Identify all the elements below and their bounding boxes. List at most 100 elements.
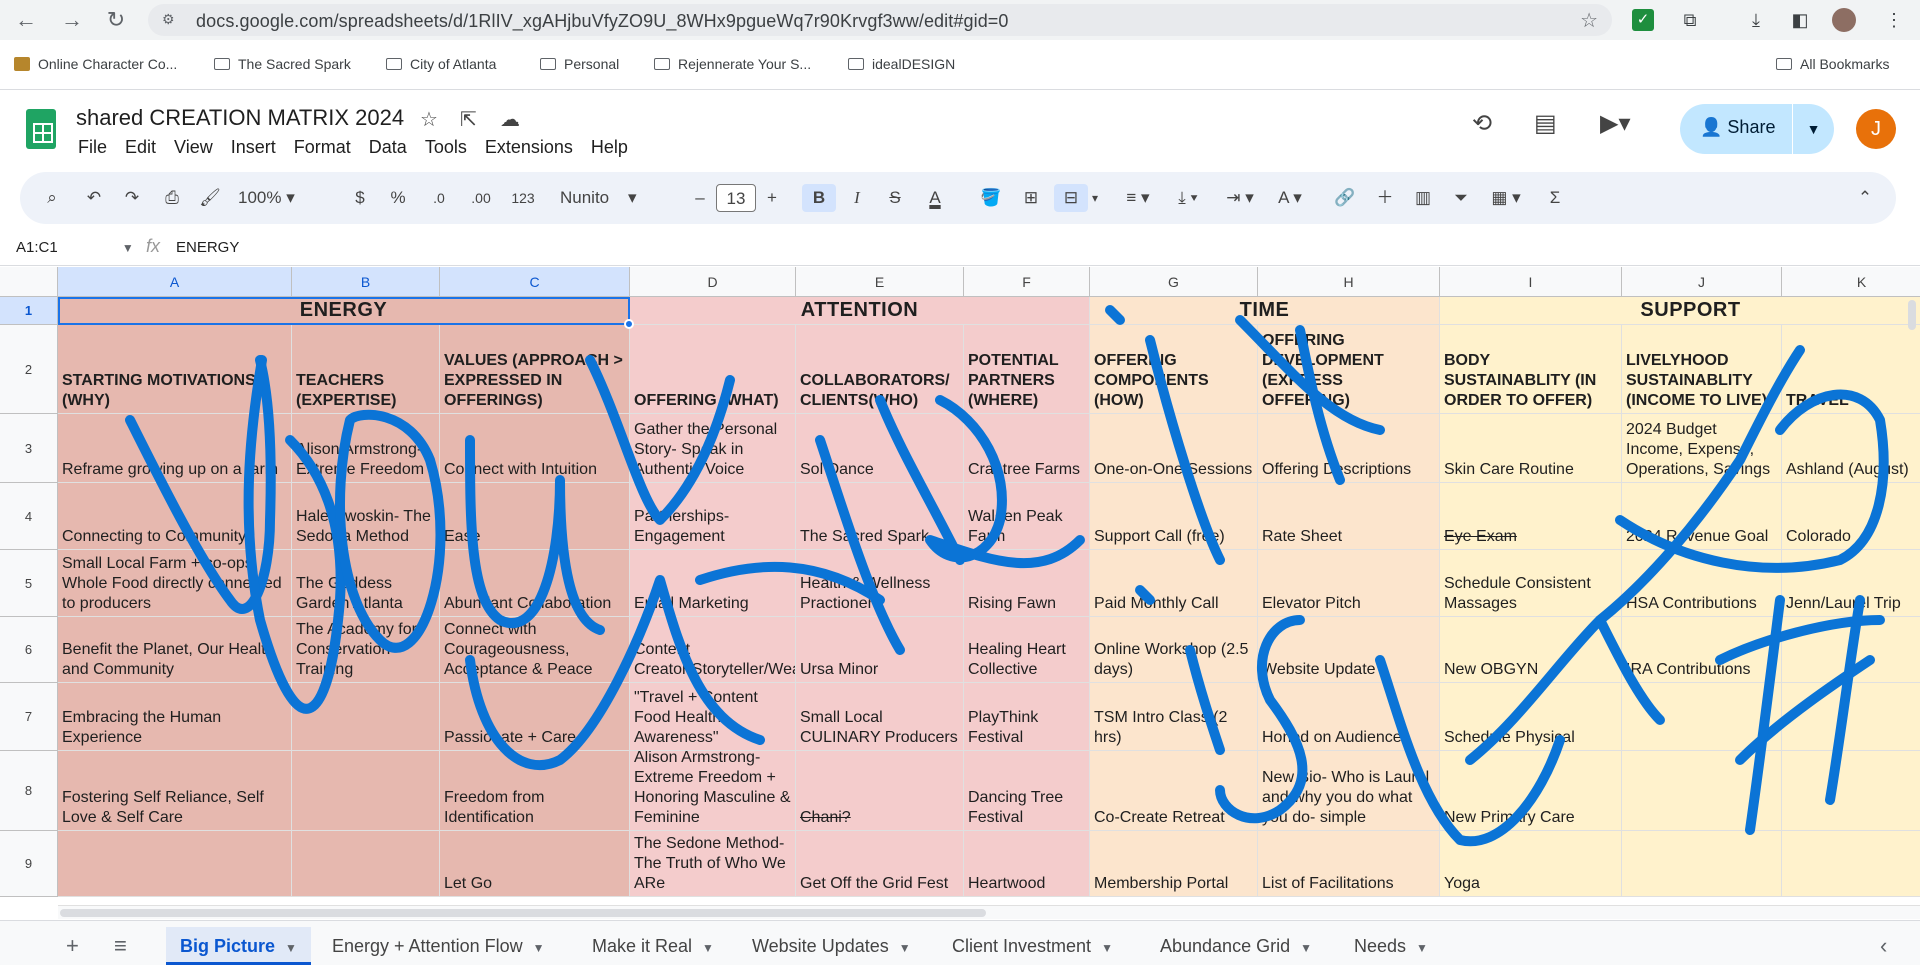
menu-data[interactable]: Data [369,137,407,157]
cell-f3[interactable]: Crabtree Farms [964,414,1090,483]
column-header-g[interactable]: G [1090,267,1258,297]
cell-j5[interactable]: HSA Contributions [1622,550,1782,617]
site-settings-icon[interactable]: ⚙ [162,11,175,28]
row-header-7[interactable]: 7 [0,683,58,751]
column-header-k[interactable]: K [1782,267,1920,297]
row-header-8[interactable]: 8 [0,751,58,831]
tab-client-investment[interactable]: Client Investment ▼ [938,927,1127,965]
add-sheet-icon[interactable]: + [66,933,79,959]
menu-tools[interactable]: Tools [425,137,467,157]
header-cell-b[interactable]: TEACHERS (EXPERTISE) [292,325,440,414]
column-header-h[interactable]: H [1258,267,1440,297]
extensions-puzzle-icon[interactable]: ⧉ [1676,6,1704,34]
text-wrapping-icon[interactable]: ⇥ ▾ [1220,184,1260,212]
horizontal-align-icon[interactable]: ≡ ▾ [1118,184,1158,212]
format-percent-button[interactable]: % [388,184,408,212]
tab-make-it-real[interactable]: Make it Real ▼ [578,927,728,965]
tab-menu-icon[interactable]: ▼ [285,941,297,955]
cell-h8[interactable]: New Bio- Who is Laurel and why you do wh… [1258,751,1440,831]
row-header-9[interactable]: 9 [0,831,58,897]
cell-a6[interactable]: Benefit the Planet, Our Health and Commu… [58,617,292,683]
zoom-select[interactable]: 100% ▾ [238,184,318,212]
cell-a5[interactable]: Small Local Farm + co-ops Whole Food dir… [58,550,292,617]
column-header-j[interactable]: J [1622,267,1782,297]
cell-k8[interactable] [1782,751,1920,831]
cell-h6[interactable]: Website Update [1258,617,1440,683]
row-header-5[interactable]: 5 [0,550,58,617]
cell-f6[interactable]: Healing Heart Collective [964,617,1090,683]
tab-energy-attention-flow[interactable]: Energy + Attention Flow ▼ [318,927,559,965]
cell-i6[interactable]: New OBGYN [1440,617,1622,683]
row-header-2[interactable]: 2 [0,325,58,414]
increase-font-size-button[interactable]: + [762,184,782,212]
bookmark-online-character[interactable]: Online Character Co... [14,56,177,72]
header-cell-j[interactable]: LIVELYHOOD SUSTAINABLITY (INCOME TO LIVE… [1622,325,1782,414]
user-avatar[interactable]: J [1856,109,1896,149]
move-folder-icon[interactable]: ⇱ [460,107,477,132]
more-formats-button[interactable]: 123 [506,184,540,212]
reload-icon[interactable]: ↻ [102,6,130,34]
cell-i5[interactable]: Schedule Consistent Massages [1440,550,1622,617]
version-history-icon[interactable]: ⟲ [1472,109,1492,138]
cell-a8[interactable]: Fostering Self Reliance, Self Love & Sel… [58,751,292,831]
cell-a9[interactable] [58,831,292,897]
cell-d6[interactable]: Content Creator/Storyteller/Weaver [630,617,796,683]
header-cell-f[interactable]: POTENTIAL PARTNERS (WHERE) [964,325,1090,414]
cell-e9[interactable]: Get Off the Grid Fest [796,831,964,897]
back-arrow-icon[interactable]: ← [12,6,40,34]
extension-check-icon[interactable]: ✓ [1632,9,1654,31]
cell-d5[interactable]: Email Marketing [630,550,796,617]
tab-website-updates[interactable]: Website Updates ▼ [738,927,925,965]
cell-c9[interactable]: Let Go [440,831,630,897]
tab-menu-icon[interactable]: ▼ [1416,941,1428,955]
cell-e3[interactable]: Sol Dance [796,414,964,483]
horizontal-scrollbar[interactable] [58,905,1920,919]
column-header-i[interactable]: I [1440,267,1622,297]
cell-k9[interactable] [1782,831,1920,897]
address-bar[interactable]: ⚙ docs.google.com/spreadsheets/d/1RlIV_x… [148,4,1612,36]
italic-button[interactable]: I [842,184,872,212]
share-button[interactable]: 👤 Share ▼ [1680,104,1834,154]
decrease-font-size-button[interactable]: – [690,184,710,212]
row-header-1[interactable]: 1 [0,297,58,325]
cell-j6[interactable]: IRA Contributions [1622,617,1782,683]
cell-f5[interactable]: Rising Fawn [964,550,1090,617]
text-rotation-icon[interactable]: A ▾ [1270,184,1310,212]
cell-c7[interactable]: Passionate + Care [440,683,630,751]
row-header-6[interactable]: 6 [0,617,58,683]
insert-link-icon[interactable]: 🔗 [1332,184,1358,212]
group-header-support[interactable]: SUPPORT [1440,297,1920,325]
cell-h9[interactable]: List of Facilitations [1258,831,1440,897]
cell-g5[interactable]: Paid Monthly Call [1090,550,1258,617]
menu-edit[interactable]: Edit [125,137,156,157]
cell-a7[interactable]: Embracing the Human Experience [58,683,292,751]
tab-needs[interactable]: Needs ▼ [1340,927,1442,965]
more-vertical-icon[interactable]: ⋮ [1880,6,1908,34]
bookmark-sacred-spark[interactable]: The Sacred Spark [214,56,351,72]
cell-j3[interactable]: 2024 Budget Income, Expense, Operations,… [1622,414,1782,483]
group-header-time[interactable]: TIME [1090,297,1440,325]
menu-format[interactable]: Format [294,137,351,157]
cell-e5[interactable]: Health & Wellness Practioners [796,550,964,617]
cell-c3[interactable]: Connect with Intuition [440,414,630,483]
cell-k7[interactable] [1782,683,1920,751]
header-cell-e[interactable]: COLLABORATORS/ CLIENTS(WHO) [796,325,964,414]
column-header-f[interactable]: F [964,267,1090,297]
name-box-dropdown-icon[interactable]: ▼ [122,241,134,255]
print-icon[interactable]: ⎙ [160,184,184,212]
cloud-status-icon[interactable]: ☁ [500,107,520,132]
cell-b8[interactable] [292,751,440,831]
menu-view[interactable]: View [174,137,213,157]
menu-file[interactable]: File [78,137,107,157]
cell-i8[interactable]: New Primary Care [1440,751,1622,831]
header-cell-a[interactable]: STARTING MOTIVATIONS (WHY) [58,325,292,414]
increase-decimal-button[interactable]: .00 [464,184,498,212]
filter-icon[interactable]: ⏷ [1448,184,1474,212]
row-header-4[interactable]: 4 [0,483,58,550]
tab-menu-icon[interactable]: ▼ [1300,941,1312,955]
select-all-corner[interactable] [0,267,58,297]
cell-d4[interactable]: Partnerships- Engagement [630,483,796,550]
cell-j4[interactable]: 2024 Revenue Goal [1622,483,1782,550]
merge-dropdown-icon[interactable]: ▾ [1088,184,1102,212]
functions-icon[interactable]: Σ [1542,184,1568,212]
